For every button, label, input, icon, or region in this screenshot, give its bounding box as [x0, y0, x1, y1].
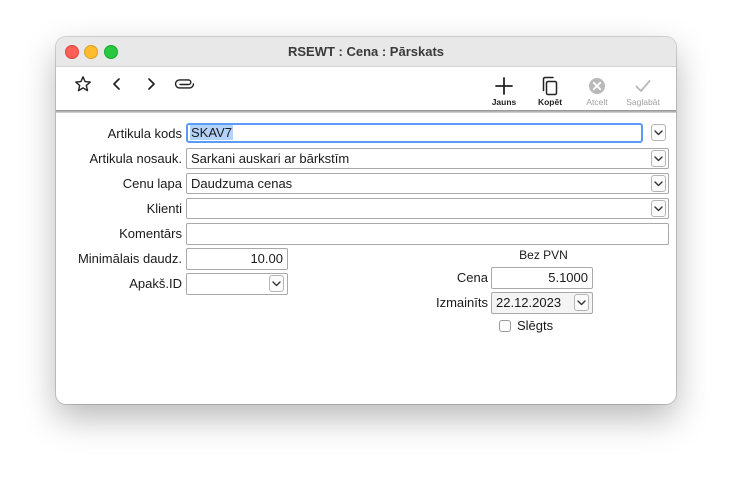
cancel-button-label: Atcelt [586, 97, 608, 107]
client-field[interactable] [186, 198, 669, 219]
window-title: RSEWT : Cena : Pārskats [287, 44, 445, 59]
subid-dropdown[interactable] [269, 275, 284, 292]
copy-button[interactable]: Kopēt [530, 75, 570, 107]
min-qty-field[interactable]: 10.00 [186, 248, 288, 270]
closed-checkbox[interactable] [499, 320, 511, 332]
comment-label: Komentārs [119, 226, 182, 241]
client-label: Klienti [146, 201, 182, 216]
item-name-dropdown[interactable] [651, 150, 666, 167]
changed-date-value: 22.12.2023 [496, 295, 562, 310]
item-code-value: SKAV7 [190, 125, 233, 140]
item-name-label: Artikula nosauk. [89, 151, 183, 166]
item-name-field[interactable]: Sarkani auskari ar bārkstīm [186, 148, 669, 169]
paperclip-icon[interactable] [174, 75, 196, 93]
chevron-down-icon [654, 129, 663, 135]
changed-label: Izmainīts [435, 295, 488, 310]
min-qty-label: Minimālais daudz. [77, 251, 182, 266]
cancel-button[interactable]: Atcelt [577, 75, 617, 107]
titlebar: RSEWT : Cena : Pārskats [56, 37, 676, 67]
vat-header: Bez PVN [519, 248, 568, 262]
min-qty-value: 10.00 [250, 251, 283, 266]
save-button[interactable]: Saglabāt [623, 75, 663, 107]
price-value: 5.1000 [548, 270, 588, 285]
cancel-x-icon [577, 75, 617, 97]
client-dropdown[interactable] [651, 200, 666, 217]
price-form: Artikula kods SKAV7 Artikula nosauk. Sar… [56, 113, 676, 404]
price-field[interactable]: 5.1000 [491, 267, 593, 289]
price-label: Cena [456, 270, 488, 285]
item-name-value: Sarkani auskari ar bārkstīm [191, 151, 350, 166]
new-button-label: Jauns [491, 97, 517, 107]
price-list-dropdown[interactable] [651, 175, 666, 192]
item-code-label: Artikula kods [107, 126, 182, 141]
copy-icon [530, 75, 570, 97]
item-code-field[interactable]: SKAV7 [186, 123, 643, 143]
new-button[interactable]: Jauns [484, 75, 524, 107]
item-code-dropdown[interactable] [651, 124, 666, 141]
price-list-value: Daudzuma cenas [191, 176, 293, 191]
price-list-label: Cenu lapa [122, 176, 182, 191]
save-button-label: Saglabāt [626, 97, 660, 107]
chevron-left-icon[interactable] [110, 75, 124, 93]
checkmark-icon [623, 75, 663, 97]
chevron-down-icon [272, 280, 281, 286]
comment-field[interactable] [186, 223, 669, 245]
chevron-right-icon[interactable] [144, 75, 158, 93]
closed-label: Slēgts [517, 318, 554, 333]
copy-button-label: Kopēt [537, 97, 563, 107]
chevron-down-icon [577, 299, 586, 305]
subid-label: Apakš.ID [129, 276, 182, 291]
plus-icon [484, 75, 524, 97]
chevron-down-icon [654, 155, 663, 161]
chevron-down-icon [654, 205, 663, 211]
star-icon[interactable] [74, 75, 92, 93]
chevron-down-icon [654, 180, 663, 186]
changed-date-dropdown[interactable] [574, 294, 589, 311]
app-window: RSEWT : Cena : Pārskats Jauns Kopēt Atce… [56, 37, 676, 404]
price-list-field[interactable]: Daudzuma cenas [186, 173, 669, 194]
